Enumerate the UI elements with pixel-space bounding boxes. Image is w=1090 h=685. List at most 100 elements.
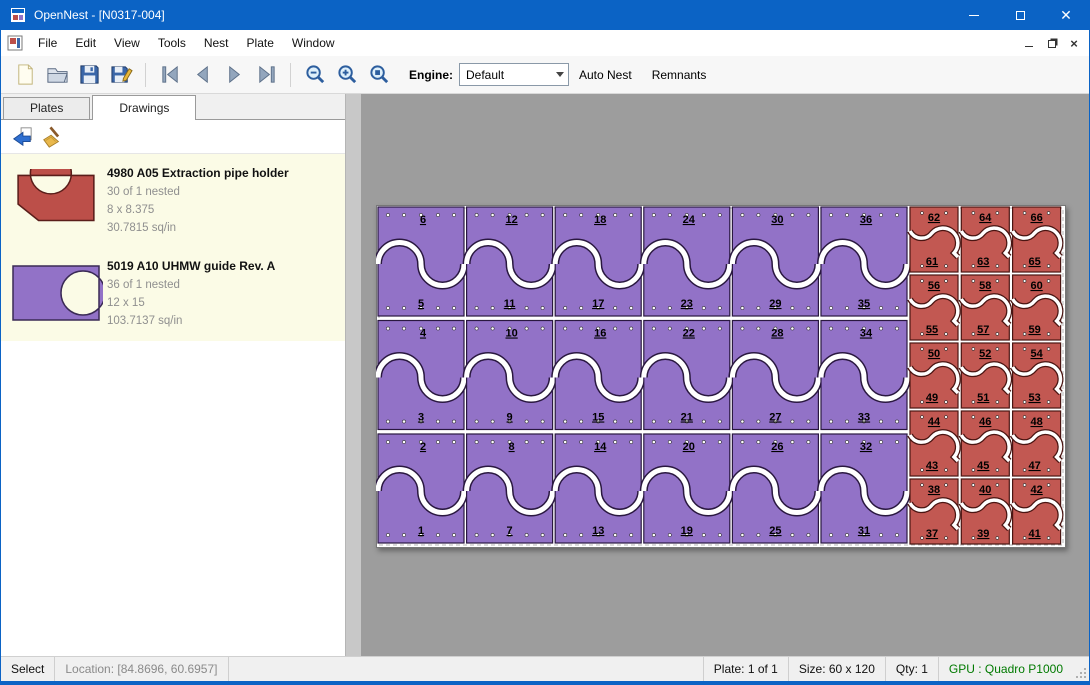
- save-as-button[interactable]: [105, 60, 137, 90]
- mdi-minimize-button[interactable]: [1017, 32, 1041, 54]
- part-number: 49: [926, 392, 938, 404]
- close-button[interactable]: ✕: [1043, 0, 1089, 30]
- nested-part-pair-purple[interactable]: 28 27: [732, 321, 818, 430]
- panel-tabstrip: Plates Drawings: [1, 94, 345, 120]
- previous-plate-button[interactable]: [186, 60, 218, 90]
- nested-part-pair-red[interactable]: 62 61: [910, 207, 958, 272]
- nested-part-pair-red[interactable]: 66 65: [1013, 207, 1061, 272]
- part-number: 55: [926, 324, 938, 336]
- first-plate-button[interactable]: [154, 60, 186, 90]
- zoom-in-button[interactable]: [331, 60, 363, 90]
- nested-part-pair-purple[interactable]: 4 3: [378, 321, 464, 430]
- tab-drawings[interactable]: Drawings: [92, 95, 196, 120]
- part-number: 17: [592, 298, 604, 310]
- zoom-in-icon: [336, 63, 359, 86]
- drill-hole: [829, 327, 832, 330]
- menu-plate[interactable]: Plate: [238, 31, 283, 55]
- drill-hole: [475, 533, 478, 536]
- nested-part-pair-purple[interactable]: 34 33: [821, 321, 907, 430]
- last-plate-button[interactable]: [250, 60, 282, 90]
- drill-hole: [1047, 333, 1050, 336]
- menu-nest[interactable]: Nest: [195, 31, 238, 55]
- drill-hole: [829, 440, 832, 443]
- nested-part-pair-red[interactable]: 56 55: [910, 275, 958, 340]
- nested-part-pair-red[interactable]: 60 59: [1013, 275, 1061, 340]
- nest-canvas[interactable]: 6 5 12 11 18 17 24 23 30 29 36 35: [346, 94, 1089, 656]
- drill-hole: [895, 533, 898, 536]
- chevron-down-icon[interactable]: [551, 64, 568, 85]
- nested-part-pair-red[interactable]: 48 47: [1013, 411, 1061, 476]
- drill-hole: [845, 306, 848, 309]
- nested-part-pair-purple[interactable]: 6 5: [378, 207, 464, 316]
- new-button[interactable]: [9, 60, 41, 90]
- resize-grip[interactable]: [1073, 657, 1089, 681]
- nested-part-pair-purple[interactable]: 22 21: [644, 321, 730, 430]
- drill-hole: [564, 440, 567, 443]
- tab-plates[interactable]: Plates: [3, 97, 90, 119]
- auto-nest-button[interactable]: Auto Nest: [569, 62, 642, 88]
- drill-hole: [845, 420, 848, 423]
- drill-hole: [945, 537, 948, 540]
- part-number: 10: [505, 328, 517, 340]
- drill-hole: [491, 533, 494, 536]
- menu-file[interactable]: File: [29, 31, 66, 55]
- nested-part-pair-purple[interactable]: 24 23: [644, 207, 730, 316]
- drill-hole: [741, 327, 744, 330]
- nested-part-pair-red[interactable]: 46 45: [961, 411, 1009, 476]
- nested-part-pair-purple[interactable]: 2 1: [378, 434, 464, 543]
- nested-part-pair-purple[interactable]: 36 35: [821, 207, 907, 316]
- nested-part-pair-red[interactable]: 52 51: [961, 343, 1009, 408]
- nested-part-pair-purple[interactable]: 32 31: [821, 434, 907, 543]
- blue-arrow-icon: [11, 126, 33, 148]
- zoom-fit-button[interactable]: [363, 60, 395, 90]
- next-plate-button[interactable]: [218, 60, 250, 90]
- nested-part-pair-red[interactable]: 38 37: [910, 479, 958, 544]
- nested-part-pair-red[interactable]: 40 39: [961, 479, 1009, 544]
- nested-part-pair-purple[interactable]: 20 19: [644, 434, 730, 543]
- plate[interactable]: 6 5 12 11 18 17 24 23 30 29 36 35: [376, 205, 1066, 548]
- menu-view[interactable]: View: [105, 31, 149, 55]
- nested-part-pair-purple[interactable]: 12 11: [467, 207, 553, 316]
- mdi-restore-button[interactable]: [1041, 32, 1065, 54]
- drill-hole: [652, 327, 655, 330]
- nested-part-pair-purple[interactable]: 30 29: [732, 207, 818, 316]
- menu-tools[interactable]: Tools: [149, 31, 195, 55]
- drawing-item-4980[interactable]: 4980 A05 Extraction pipe holder 30 of 1 …: [1, 154, 345, 247]
- minimize-button[interactable]: [951, 0, 997, 30]
- drill-hole: [879, 420, 882, 423]
- maximize-button[interactable]: [997, 0, 1043, 30]
- drill-hole: [718, 327, 721, 330]
- nested-part-pair-red[interactable]: 50 49: [910, 343, 958, 408]
- drill-hole: [829, 533, 832, 536]
- menu-edit[interactable]: Edit: [66, 31, 105, 55]
- drawing-area: 103.7137 sq/in: [107, 313, 275, 331]
- nested-part-pair-red[interactable]: 42 41: [1013, 479, 1061, 544]
- drill-hole: [580, 420, 583, 423]
- drill-hole: [652, 533, 655, 536]
- nested-part-pair-red[interactable]: 58 57: [961, 275, 1009, 340]
- remnants-button[interactable]: Remnants: [642, 62, 717, 88]
- zoom-out-button[interactable]: [299, 60, 331, 90]
- open-button[interactable]: [41, 60, 73, 90]
- engine-select[interactable]: Default: [459, 63, 569, 86]
- part-number: 7: [507, 525, 513, 537]
- nested-part-pair-purple[interactable]: 14 13: [555, 434, 641, 543]
- menu-window[interactable]: Window: [283, 31, 344, 55]
- nested-part-pair-purple[interactable]: 26 25: [732, 434, 818, 543]
- drawing-title: 4980 A05 Extraction pipe holder: [107, 166, 289, 180]
- nested-part-pair-purple[interactable]: 16 15: [555, 321, 641, 430]
- drawing-item-5019[interactable]: 5019 A10 UHMW guide Rev. A 36 of 1 neste…: [1, 247, 345, 340]
- nested-part-pair-red[interactable]: 64 63: [961, 207, 1009, 272]
- save-button[interactable]: [73, 60, 105, 90]
- nested-part-pair-purple[interactable]: 8 7: [467, 434, 553, 543]
- nested-part-pair-purple[interactable]: 10 9: [467, 321, 553, 430]
- nested-part-pair-red[interactable]: 54 53: [1013, 343, 1061, 408]
- drill-hole: [972, 469, 975, 472]
- part-number: 30: [771, 214, 783, 226]
- nested-part-pair-red[interactable]: 44 43: [910, 411, 958, 476]
- mdi-close-button[interactable]: ×: [1065, 32, 1089, 54]
- load-drawings-button[interactable]: [7, 123, 37, 151]
- clear-drawings-button[interactable]: [37, 123, 67, 151]
- drill-hole: [996, 265, 999, 268]
- nested-part-pair-purple[interactable]: 18 17: [555, 207, 641, 316]
